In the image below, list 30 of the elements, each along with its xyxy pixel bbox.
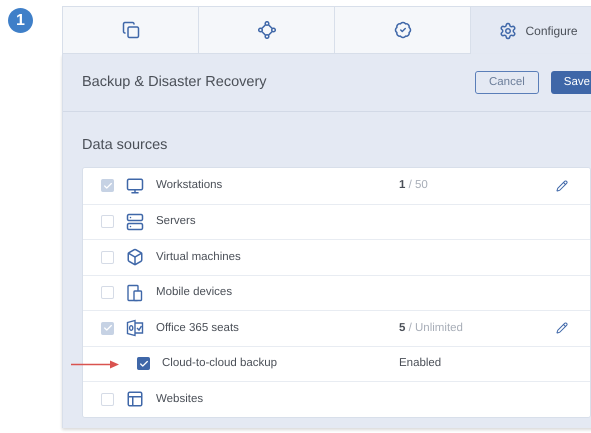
website-icon	[126, 390, 144, 408]
tab[interactable]	[198, 6, 334, 54]
status-text: Enabled	[399, 356, 442, 372]
copy-icon	[122, 21, 140, 39]
section-title: Data sources	[82, 137, 168, 153]
source-label: Office 365 seats	[156, 320, 239, 336]
source-label: Servers	[156, 214, 196, 230]
usage-count: 1 / 50	[399, 178, 428, 194]
badge-check-icon	[394, 21, 412, 39]
cube-icon	[126, 248, 144, 266]
usage-count: 5 / Unlimited	[399, 320, 463, 336]
save-button[interactable]: Save	[550, 71, 591, 94]
source-label: Virtual machines	[156, 250, 241, 265]
source-label: Websites	[156, 392, 204, 407]
office-icon	[126, 319, 144, 338]
source-label: Workstations	[156, 178, 222, 194]
server-icon	[126, 212, 144, 231]
tab[interactable]: Configure	[470, 6, 591, 54]
panel-title: Backup & Disaster Recovery	[82, 72, 267, 92]
nodes-icon	[258, 21, 276, 39]
settings-icon	[499, 22, 518, 40]
tab[interactable]	[62, 6, 198, 54]
source-label: Cloud-to-cloud backup	[162, 356, 278, 372]
step-badge: 1	[8, 8, 33, 33]
tab[interactable]	[334, 6, 470, 54]
source-label: Mobile devices	[156, 285, 232, 300]
cancel-button[interactable]: Cancel	[474, 71, 539, 94]
checkbox[interactable]	[137, 357, 150, 370]
monitor-icon	[126, 176, 144, 195]
devices-icon	[126, 284, 144, 302]
